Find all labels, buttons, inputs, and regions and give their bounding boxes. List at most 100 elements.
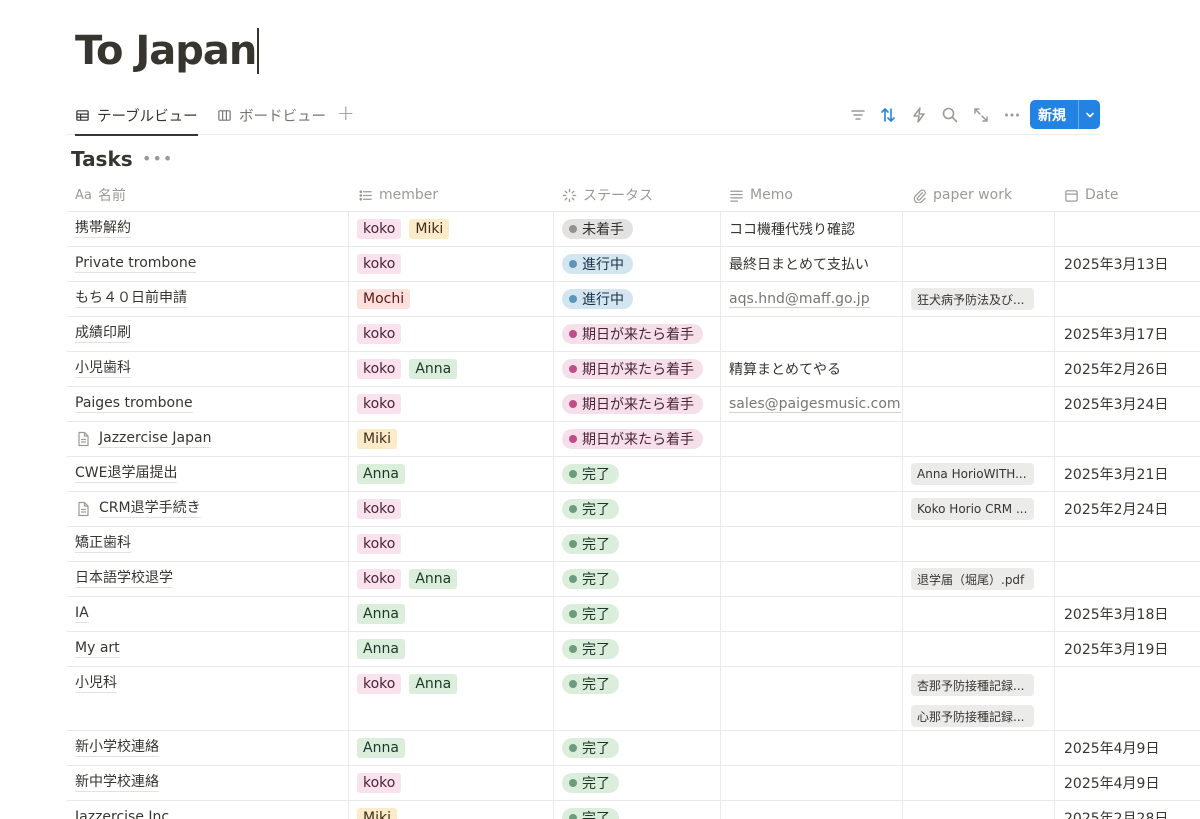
row-name[interactable]: Private trombone [75,255,197,273]
file-attachment[interactable]: 心那予防接種記録... [911,705,1034,727]
table-row[interactable]: もち４０日前申請 Mochi 進行中 aqs.hnd@maff.go.jp 狂犬病予防法… [67,282,1200,317]
row-name[interactable]: CWE退学届提出 [75,465,178,483]
date-cell[interactable]: 2025年3月24日 [1064,387,1168,421]
date-cell[interactable]: 2025年3月13日 [1064,247,1168,281]
table-row[interactable]: CRM退学手続き koko 完了 Koko Horio CRM ... 2025年2月2… [67,492,1200,527]
row-name-cell[interactable]: 携帯解約 [75,212,131,246]
memo-cell[interactable]: aqs.hnd@maff.go.jp [729,282,870,316]
status-cell[interactable]: 完了 [562,457,619,491]
member-cell[interactable]: koko [357,766,402,800]
table-row[interactable]: Private trombone koko 進行中 最終日まとめて支払い 2025年3月… [67,247,1200,282]
row-name[interactable]: Jazzercise Japan [99,430,212,448]
tab-table-view[interactable]: テーブルビュー [75,96,198,136]
member-cell[interactable]: koko Anna [357,352,458,386]
more-icon[interactable]: ••• [142,149,173,168]
file-attachment[interactable]: Koko Horio CRM ... [911,498,1034,520]
table-row[interactable]: 携帯解約 koko Miki 未着手 ココ機種代残り確認 [67,212,1200,247]
memo-cell[interactable]: 最終日まとめて支払い [729,247,869,281]
table-row[interactable]: 新小学校連絡 Anna 完了 2025年4月9日 [67,731,1200,766]
row-name-cell[interactable]: My art [75,632,120,666]
status-cell[interactable]: 期日が来たら着手 [562,387,703,421]
status-cell[interactable]: 進行中 [562,247,633,281]
member-cell[interactable]: koko Anna [357,667,458,701]
table-row[interactable]: 新中学校連絡 koko 完了 2025年4月9日 [67,766,1200,801]
filter-icon[interactable] [849,106,867,124]
column-header-paper-work[interactable]: paper work [912,178,1012,212]
status-cell[interactable]: 完了 [562,527,619,561]
status-cell[interactable]: 進行中 [562,282,633,316]
date-cell[interactable]: 2025年3月19日 [1064,632,1168,666]
more-icon[interactable] [1003,106,1021,124]
status-cell[interactable]: 期日が来たら着手 [562,422,703,456]
row-name-cell[interactable]: 新小学校連絡 [75,731,159,765]
memo-cell[interactable]: 精算まとめてやる [729,352,841,386]
member-cell[interactable]: Miki [357,422,397,456]
table-row[interactable]: 日本語学校退学 koko Anna 完了 退学届（堀尾）.pdf [67,562,1200,597]
row-name[interactable]: 成績印刷 [75,325,131,343]
member-cell[interactable]: koko [357,527,402,561]
date-cell[interactable]: 2025年2月28日 [1064,801,1168,819]
table-row[interactable]: IA Anna 完了 2025年3月18日 [67,597,1200,632]
status-cell[interactable]: 完了 [562,632,619,666]
table-row[interactable]: 成績印刷 koko 期日が来たら着手 2025年3月17日 [67,317,1200,352]
row-name[interactable]: 新小学校連絡 [75,739,159,757]
row-name[interactable]: 小児科 [75,675,117,693]
row-name-cell[interactable]: Private trombone [75,247,197,281]
row-name-cell[interactable]: 矯正歯科 [75,527,131,561]
memo-cell[interactable]: sales@paigesmusic.com [729,387,901,421]
table-row[interactable]: Jazzercise Japan Miki 期日が来たら着手 [67,422,1200,457]
automation-icon[interactable] [910,106,928,124]
member-cell[interactable]: koko Miki [357,212,450,246]
row-name[interactable]: My art [75,640,120,658]
memo-email-link[interactable]: aqs.hnd@maff.go.jp [729,291,870,308]
row-name-cell[interactable]: Paiges trombone [75,387,193,421]
row-name-cell[interactable]: もち４０日前申請 [75,282,187,316]
status-cell[interactable]: 完了 [562,731,619,765]
status-cell[interactable]: 完了 [562,667,619,701]
row-name-cell[interactable]: 成績印刷 [75,317,131,351]
row-name-cell[interactable]: 小児科 [75,667,117,701]
row-name[interactable]: Paiges trombone [75,395,193,413]
table-row[interactable]: 小児科 koko Anna 完了 杏那予防接種記録... 心那予防接種記録... [67,667,1200,731]
table-row[interactable]: Jazzercise Inc Miki 完了 2025年2月28日 [67,801,1200,819]
row-name-cell[interactable]: 日本語学校退学 [75,562,173,596]
date-cell[interactable]: 2025年3月21日 [1064,457,1168,491]
status-cell[interactable]: 完了 [562,597,619,631]
column-header-date[interactable]: Date [1064,178,1118,212]
file-attachment[interactable]: 狂犬病予防法及び... [911,288,1034,310]
column-header-status[interactable]: ステータス [562,178,653,212]
tab-board-view[interactable]: ボードビュー [217,96,326,135]
status-cell[interactable]: 完了 [562,766,619,800]
date-cell[interactable]: 2025年2月26日 [1064,352,1168,386]
date-cell[interactable]: 2025年3月18日 [1064,597,1168,631]
row-name[interactable]: 矯正歯科 [75,535,131,553]
row-name[interactable]: CRM退学手続き [99,500,201,518]
file-attachment[interactable]: Anna HorioWITH... [911,463,1034,485]
status-cell[interactable]: 未着手 [562,212,633,246]
row-name[interactable]: Jazzercise Inc [75,809,169,819]
table-row[interactable]: CWE退学届提出 Anna 完了 Anna HorioWITH... 2025年3月21… [67,457,1200,492]
column-header-memo[interactable]: Memo [729,178,793,212]
column-header-name[interactable]: Aa 名前 [75,178,126,212]
row-name-cell[interactable]: 小児歯科 [75,352,131,386]
member-cell[interactable]: koko [357,247,402,281]
paper-work-cell[interactable]: 退学届（堀尾）.pdf [911,562,1034,596]
plus-icon[interactable]: + [337,101,355,125]
row-name-cell[interactable]: Jazzercise Japan [75,422,212,456]
member-cell[interactable]: koko [357,492,402,526]
database-title[interactable]: Tasks [71,147,133,171]
member-cell[interactable]: Mochi [357,282,411,316]
status-cell[interactable]: 期日が来たら着手 [562,352,703,386]
member-cell[interactable]: Miki [357,801,397,819]
status-cell[interactable]: 期日が来たら着手 [562,317,703,351]
file-attachment[interactable]: 退学届（堀尾）.pdf [911,568,1034,590]
date-cell[interactable]: 2025年4月9日 [1064,766,1159,800]
row-name[interactable]: もち４０日前申請 [75,290,187,308]
row-name[interactable]: 携帯解約 [75,220,131,238]
member-cell[interactable]: koko Anna [357,562,458,596]
file-attachment[interactable]: 杏那予防接種記録... [911,674,1034,696]
date-cell[interactable]: 2025年4月9日 [1064,731,1159,765]
column-header-member[interactable]: member [358,178,438,212]
member-cell[interactable]: Anna [357,731,405,765]
member-cell[interactable]: Anna [357,457,405,491]
